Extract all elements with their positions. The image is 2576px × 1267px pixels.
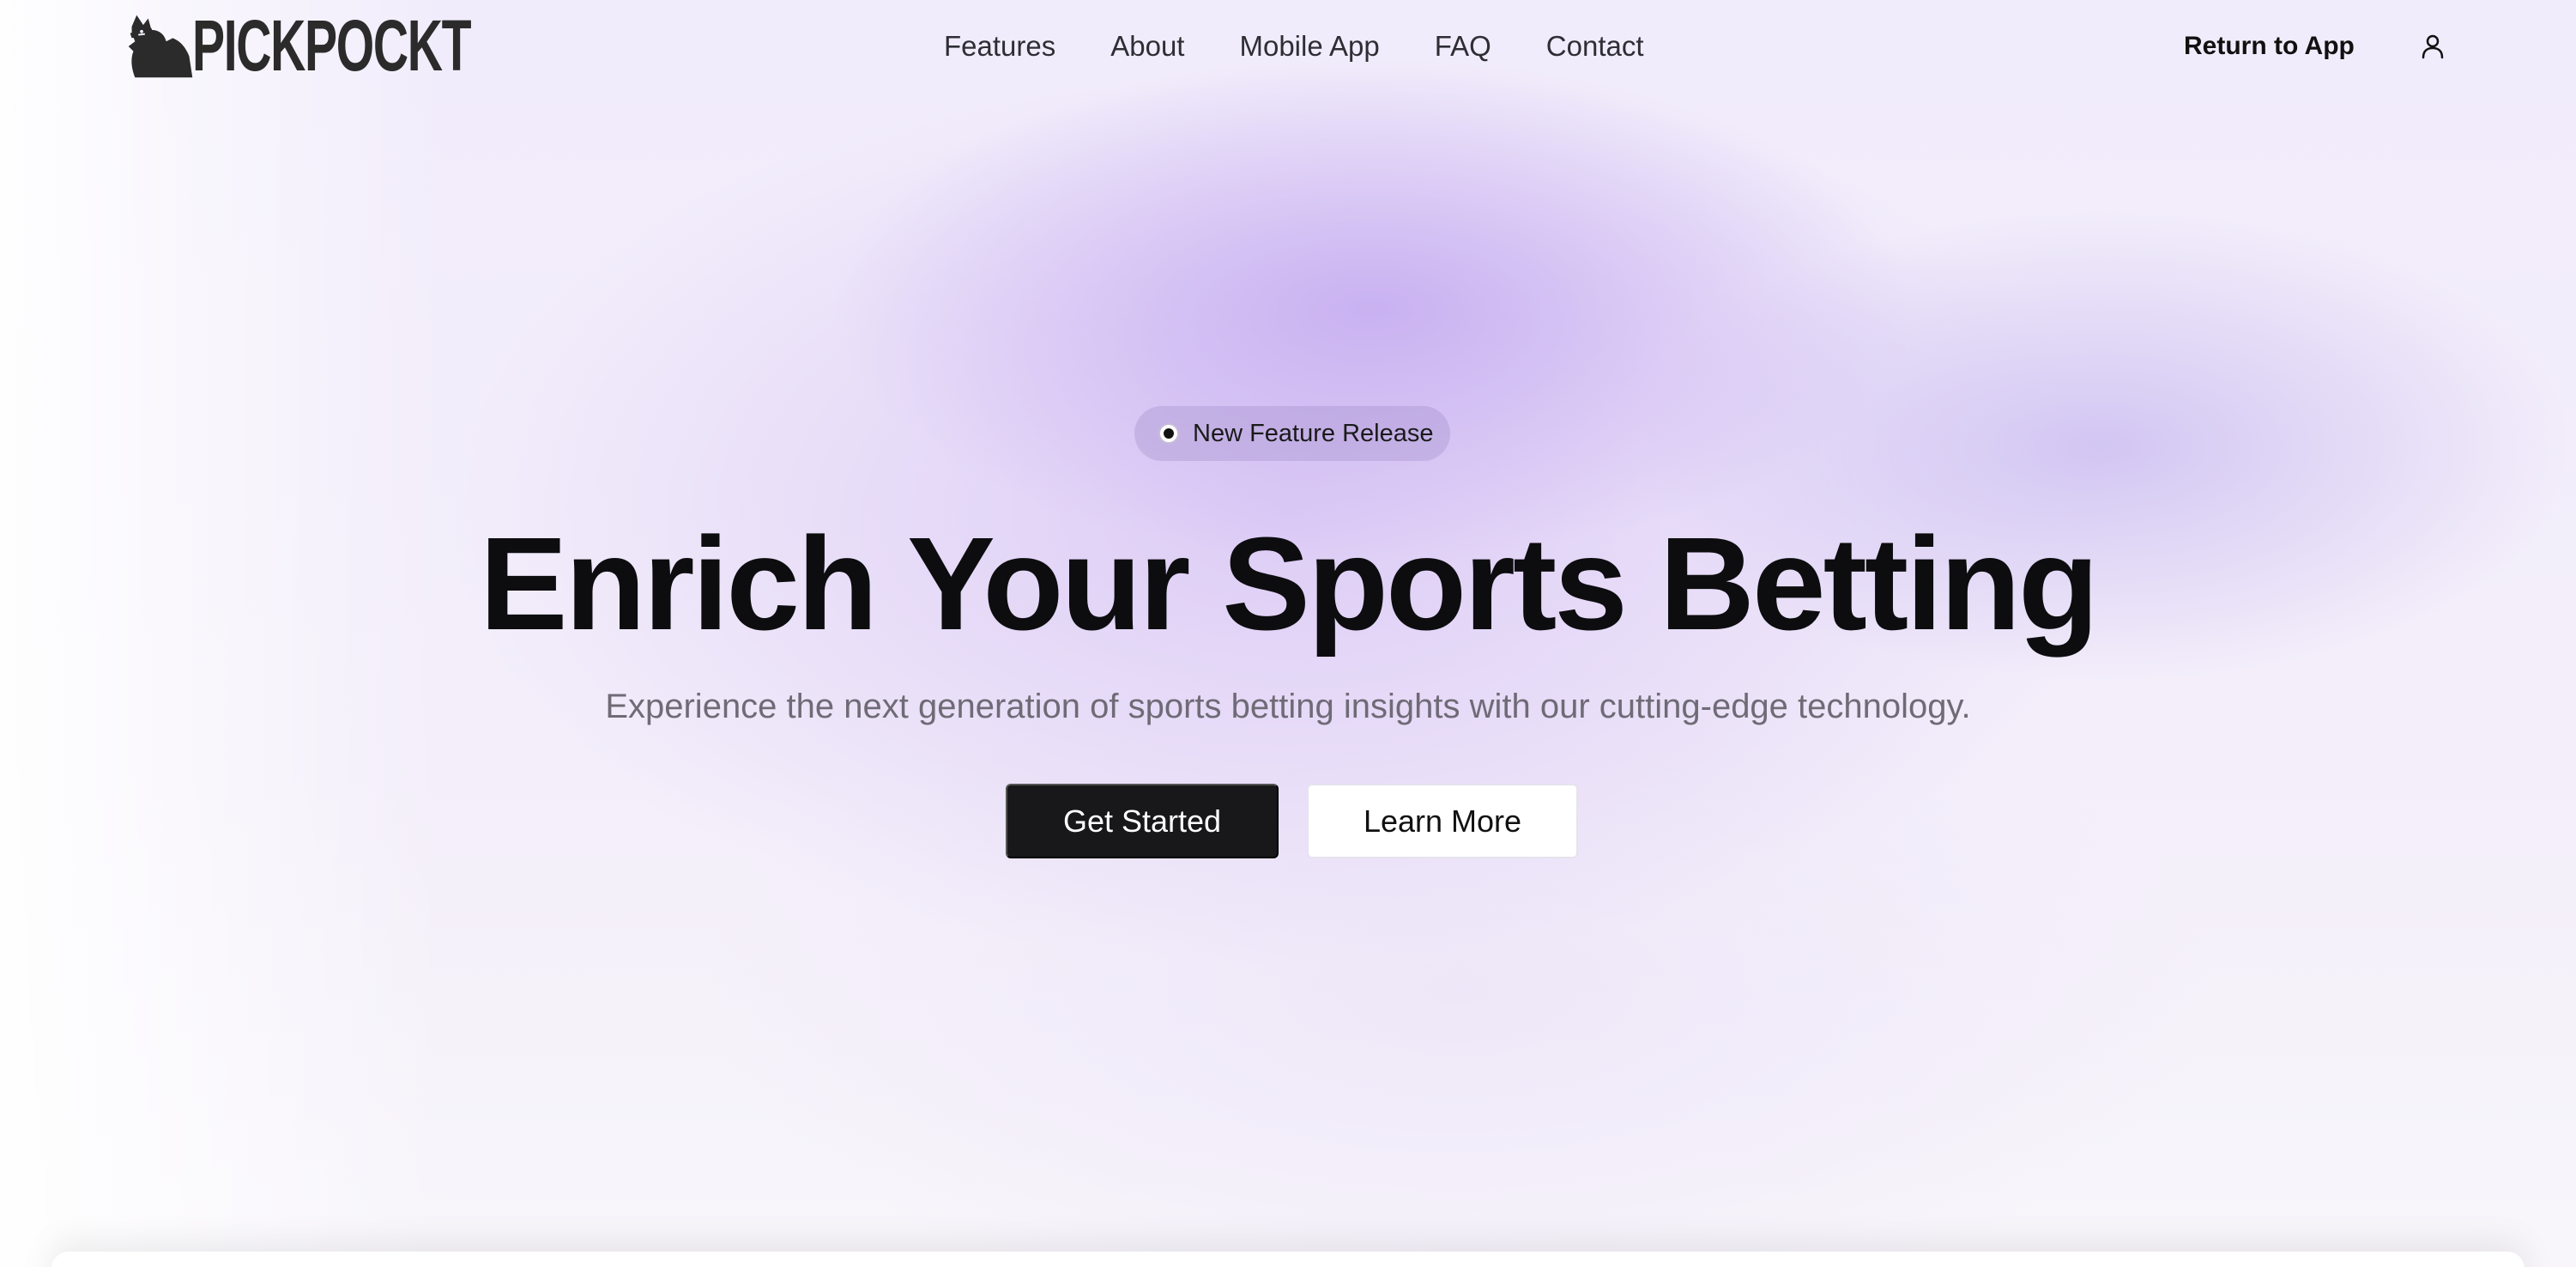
- nav-link-contact[interactable]: Contact: [1546, 26, 1644, 67]
- nav-link-faq[interactable]: FAQ: [1435, 26, 1491, 67]
- next-section-card: [51, 1252, 2525, 1267]
- nav-link-mobile-app[interactable]: Mobile App: [1239, 26, 1379, 67]
- brand-name: PICKPOCKT: [192, 5, 472, 86]
- top-navbar: PICKPOCKT Features About Mobile App FAQ …: [0, 0, 2576, 94]
- main-nav: Features About Mobile App FAQ Contact: [944, 26, 1699, 67]
- cat-thief-icon: [128, 15, 193, 78]
- hero-headline: Enrich Your Sports Betting: [479, 510, 2099, 658]
- nav-link-features[interactable]: Features: [944, 26, 1055, 67]
- user-icon: [2422, 34, 2444, 59]
- learn-more-button[interactable]: Learn More: [1307, 784, 1578, 858]
- return-to-app-link[interactable]: Return to App: [2184, 26, 2355, 67]
- feature-release-badge[interactable]: New Feature Release: [1134, 406, 1450, 461]
- user-account-button[interactable]: [2416, 29, 2450, 64]
- brand-logo[interactable]: PICKPOCKT: [124, 7, 602, 84]
- nav-link-about[interactable]: About: [1110, 26, 1184, 67]
- landing-page: PICKPOCKT Features About Mobile App FAQ …: [0, 0, 2576, 1267]
- get-started-button[interactable]: Get Started: [1006, 784, 1279, 858]
- status-dot-icon: [1158, 423, 1179, 444]
- badge-label: New Feature Release: [1193, 420, 1434, 447]
- hero-subheadline: Experience the next generation of sports…: [605, 688, 1971, 725]
